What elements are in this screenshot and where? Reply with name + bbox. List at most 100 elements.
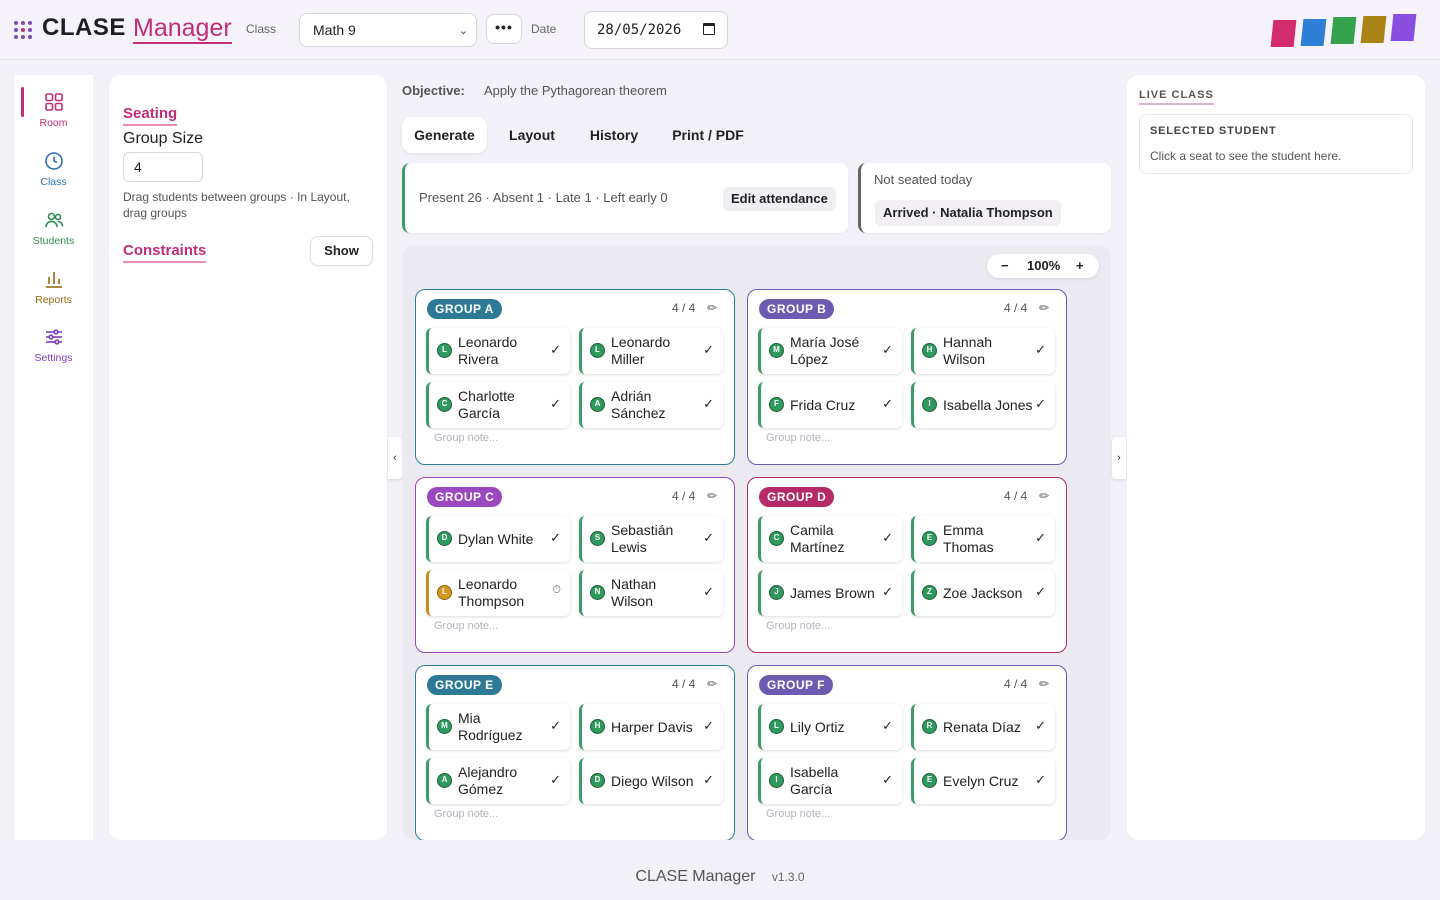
check-icon[interactable]: ✓ [882,342,893,358]
not-seated-student-chip[interactable]: Arrived · Natalia Thompson [875,200,1061,226]
theme-swatch[interactable] [1330,17,1357,44]
student-seat[interactable]: L Lily Ortiz ✓ [758,704,902,750]
constraints-title[interactable]: Constraints [123,242,207,263]
check-icon[interactable]: ✓ [1035,772,1046,788]
objective-value: Apply the Pythagorean theorem [484,83,667,98]
check-icon[interactable]: ✓ [882,772,893,788]
student-seat[interactable]: M Mia Rodríguez ✓ [426,704,570,750]
seating-group[interactable]: GROUP F 4 / 4 ✏ L Lily Ortiz ✓ R Renata Díaz ✓ I I… [747,665,1067,840]
check-icon[interactable]: ✓ [550,396,561,412]
check-icon[interactable]: ✓ [550,718,561,734]
check-icon[interactable]: ✓ [1035,342,1046,358]
edit-group-icon[interactable]: ✏ [707,677,717,691]
student-seat[interactable]: S Sebastián Lewis ✓ [579,516,723,562]
student-seat[interactable]: D Dylan White ✓ [426,516,570,562]
more-options-button[interactable]: ••• [486,14,522,44]
edit-group-icon[interactable]: ✏ [707,301,717,315]
calendar-icon[interactable] [703,23,715,35]
theme-swatch[interactable] [1360,15,1387,43]
student-seat[interactable]: C Camila Martínez ✓ [758,516,902,562]
student-seat[interactable]: L Leonardo Miller ✓ [579,328,723,374]
student-avatar: D [437,531,452,546]
check-icon[interactable]: ✓ [550,530,561,546]
edit-group-icon[interactable]: ✏ [1039,489,1049,503]
student-seat[interactable]: C Charlotte García ✓ [426,382,570,428]
tab-generate[interactable]: Generate [402,117,487,153]
theme-swatch[interactable] [1300,18,1327,46]
student-avatar: H [590,719,605,734]
student-seat[interactable]: N Nathan Wilson ✓ [579,570,723,616]
check-icon[interactable]: ✓ [703,342,714,358]
nav-item-room[interactable]: Room [14,91,93,145]
student-seat[interactable]: E Emma Thomas ✓ [911,516,1055,562]
student-avatar: H [922,343,937,358]
check-icon[interactable]: ✓ [1035,530,1046,546]
group-size-input[interactable]: 4 [123,152,203,182]
date-input[interactable]: 28/05/2026 [584,11,728,49]
student-seat[interactable]: A Alejandro Gómez ✓ [426,758,570,804]
nav-item-settings[interactable]: Settings [14,326,93,380]
seating-group[interactable]: GROUP B 4 / 4 ✏ M María José López ✓ H Hannah W… [747,289,1067,465]
group-note-input[interactable]: Group note... [766,808,830,820]
student-seat[interactable]: L Leonardo Thompson ⏱ [426,570,570,616]
student-seat[interactable]: H Harper Davis ✓ [579,704,723,750]
show-constraints-button[interactable]: Show [310,236,373,266]
student-seat[interactable]: R Renata Díaz ✓ [911,704,1055,750]
nav-item-students[interactable]: Students [14,209,93,263]
check-icon[interactable]: ✓ [882,396,893,412]
check-icon[interactable]: ✓ [1035,396,1046,412]
group-note-input[interactable]: Group note... [766,620,830,632]
seating-group[interactable]: GROUP A 4 / 4 ✏ L Leonardo Rivera ✓ L Leonardo … [415,289,735,465]
edit-group-icon[interactable]: ✏ [707,489,717,503]
student-seat[interactable]: D Diego Wilson ✓ [579,758,723,804]
student-seat[interactable]: E Evelyn Cruz ✓ [911,758,1055,804]
zoom-in-button[interactable]: + [1076,258,1084,273]
seating-help-text: Drag students between groups · In Layout… [123,190,350,220]
seating-group[interactable]: GROUP D 4 / 4 ✏ C Camila Martínez ✓ E Emma Thom… [747,477,1067,653]
check-icon[interactable]: ✓ [703,396,714,412]
edit-attendance-button[interactable]: Edit attendance [723,187,836,211]
edit-group-icon[interactable]: ✏ [1039,301,1049,315]
late-timer-icon[interactable]: ⏱ [552,584,561,597]
check-icon[interactable]: ✓ [1035,584,1046,600]
student-seat[interactable]: Z Zoe Jackson ✓ [911,570,1055,616]
check-icon[interactable]: ✓ [882,530,893,546]
student-seat[interactable]: L Leonardo Rivera ✓ [426,328,570,374]
student-seat[interactable]: A Adrián Sánchez ✓ [579,382,723,428]
tab-print-pdf[interactable]: Print / PDF [664,117,752,153]
collapse-left-button[interactable]: ‹ [388,437,402,479]
student-seat[interactable]: J James Brown ✓ [758,570,902,616]
check-icon[interactable]: ✓ [882,584,893,600]
tab-history[interactable]: History [576,117,652,153]
group-note-input[interactable]: Group note... [434,808,498,820]
student-avatar: C [769,531,784,546]
student-avatar: D [590,773,605,788]
nav-item-reports[interactable]: Reports [14,268,93,322]
student-seat[interactable]: I Isabella Jones ✓ [911,382,1055,428]
collapse-right-button[interactable]: › [1112,437,1126,479]
edit-group-icon[interactable]: ✏ [1039,677,1049,691]
group-note-input[interactable]: Group note... [766,432,830,444]
student-seat[interactable]: F Frida Cruz ✓ [758,382,902,428]
group-note-input[interactable]: Group note... [434,432,498,444]
class-select[interactable]: Math 9 ⌄ [299,13,477,47]
theme-swatch[interactable] [1270,20,1297,47]
check-icon[interactable]: ✓ [882,718,893,734]
check-icon[interactable]: ✓ [703,584,714,600]
zoom-out-button[interactable]: − [1001,258,1009,273]
check-icon[interactable]: ✓ [703,772,714,788]
check-icon[interactable]: ✓ [550,772,561,788]
check-icon[interactable]: ✓ [550,342,561,358]
check-icon[interactable]: ✓ [703,530,714,546]
student-seat[interactable]: M María José López ✓ [758,328,902,374]
group-note-input[interactable]: Group note... [434,620,498,632]
seating-group[interactable]: GROUP E 4 / 4 ✏ M Mia Rodríguez ✓ H Harper Davi… [415,665,735,840]
student-seat[interactable]: I Isabella García ✓ [758,758,902,804]
check-icon[interactable]: ✓ [703,718,714,734]
nav-item-class[interactable]: Class [14,150,93,204]
theme-swatch[interactable] [1390,14,1417,41]
check-icon[interactable]: ✓ [1035,718,1046,734]
seating-group[interactable]: GROUP C 4 / 4 ✏ D Dylan White ✓ S Sebastián Lew… [415,477,735,653]
student-seat[interactable]: H Hannah Wilson ✓ [911,328,1055,374]
tab-layout[interactable]: Layout [494,117,570,153]
